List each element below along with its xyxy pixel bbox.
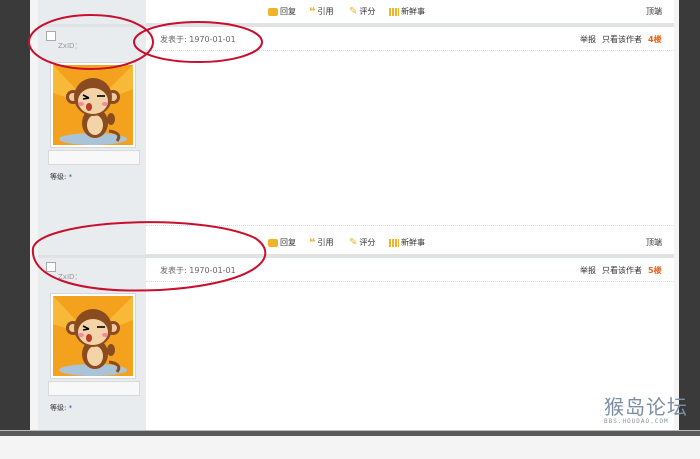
rate-icon: ✎	[349, 236, 358, 248]
quote-button[interactable]: ❝ 引用	[309, 237, 333, 248]
reply-button[interactable]: 回复	[268, 6, 296, 17]
watermark-logo-text: 猴岛论坛	[604, 395, 688, 419]
user-level: 等级: *	[50, 173, 73, 181]
reply-icon	[268, 238, 278, 247]
right-gutter	[679, 0, 700, 436]
user-title-box	[48, 381, 140, 396]
site-watermark: 猴岛论坛 BBS.HOUDAO.COM	[604, 396, 688, 425]
only-author-link[interactable]: 只看该作者	[602, 34, 642, 45]
post-4: 回复 ❝ 引用 ✎ 评分 新鲜事 顶端 ZxID： 等级: * 发表于: 197…	[38, 0, 674, 228]
back-to-top-link[interactable]: 顶端	[646, 237, 662, 248]
post-date: 发表于: 1970-01-01	[160, 35, 236, 44]
only-author-link[interactable]: 只看该作者	[602, 265, 642, 276]
back-to-top-link[interactable]: 顶端	[646, 6, 662, 17]
news-button[interactable]: 新鲜事	[389, 6, 425, 17]
bottom-scroll-strip	[0, 431, 700, 436]
user-level: 等级: *	[50, 404, 73, 412]
post-footer-line	[146, 225, 674, 226]
username[interactable]: ZxID：	[58, 272, 81, 282]
report-link[interactable]: 举报	[580, 34, 596, 45]
monkey-avatar-icon	[53, 65, 133, 145]
report-link[interactable]: 举报	[580, 265, 596, 276]
avatar[interactable]	[50, 62, 136, 148]
left-gutter	[0, 0, 30, 436]
user-status-icon	[46, 262, 56, 272]
reply-button[interactable]: 回复	[268, 237, 296, 248]
user-title-box	[48, 150, 140, 165]
reply-icon	[268, 7, 278, 16]
watermark-url: BBS.HOUDAO.COM	[604, 418, 669, 425]
rate-button[interactable]: ✎ 评分	[349, 6, 375, 17]
news-icon	[389, 238, 399, 247]
post-header: 发表于: 1970-01-01 举报 只看该作者 4楼	[146, 27, 674, 51]
forum-thread: 回复 ❝ 引用 ✎ 评分 新鲜事 顶端 ZxID： 等级: * 发表于: 197…	[38, 0, 674, 436]
floor-number: 4楼	[648, 35, 662, 44]
post-5: 回复 ❝ 引用 ✎ 评分 新鲜事 顶端 ZxID： 等级: * 发表于: 197…	[38, 229, 674, 459]
username[interactable]: ZxID：	[58, 41, 81, 51]
monkey-avatar-icon	[53, 296, 133, 376]
quote-icon: ❝	[309, 235, 316, 249]
user-status-icon	[46, 31, 56, 41]
post-header: 发表于: 1970-01-01 举报 只看该作者 5楼	[146, 258, 674, 282]
post-action-bar: 回复 ❝ 引用 ✎ 评分 新鲜事 顶端	[146, 229, 674, 255]
rate-icon: ✎	[349, 5, 358, 17]
news-button[interactable]: 新鲜事	[389, 237, 425, 248]
post-action-bar: 回复 ❝ 引用 ✎ 评分 新鲜事 顶端	[146, 0, 674, 24]
avatar[interactable]	[50, 293, 136, 379]
rate-button[interactable]: ✎ 评分	[349, 237, 375, 248]
quote-button[interactable]: ❝ 引用	[309, 6, 333, 17]
news-icon	[389, 7, 399, 16]
post-date: 发表于: 1970-01-01	[160, 266, 236, 275]
quote-icon: ❝	[309, 4, 316, 18]
floor-number: 5楼	[648, 266, 662, 275]
